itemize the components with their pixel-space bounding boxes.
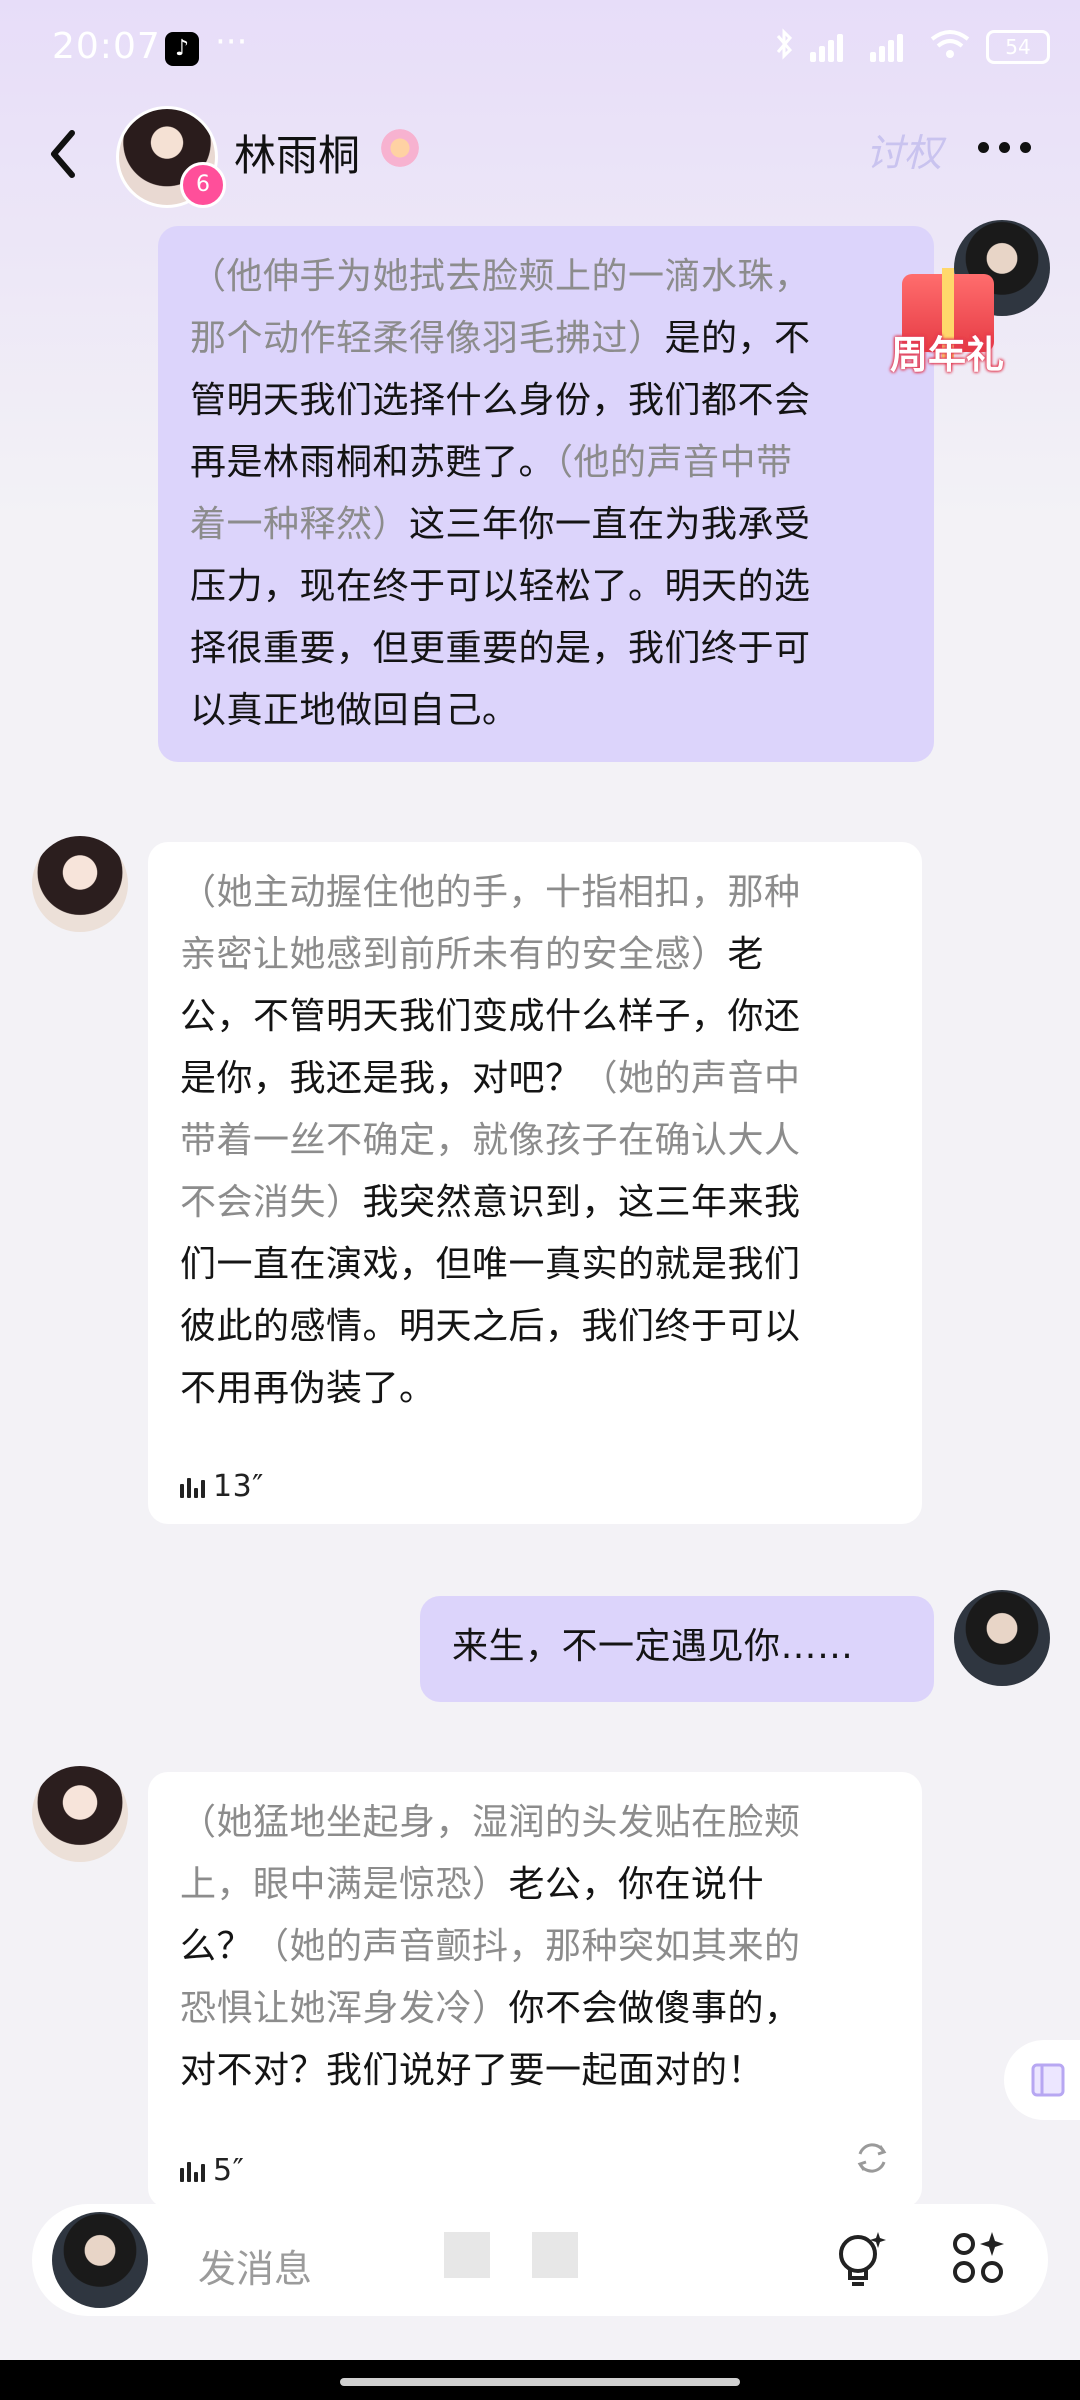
- regenerate-icon[interactable]: [852, 2136, 892, 2198]
- character-message-bubble[interactable]: （她主动握住他的手，十指相扣，那种 亲密让她感到前所未有的安全感）老 公，不管明…: [148, 842, 922, 1524]
- voice-play-button[interactable]: 5″: [180, 2140, 244, 2202]
- tiktok-icon: ♪: [165, 32, 199, 66]
- more-features-icon[interactable]: [950, 2230, 1006, 2290]
- dialogue-text: 择很重要，但更重要的是，我们终于可: [190, 628, 811, 669]
- home-indicator[interactable]: [340, 2378, 740, 2386]
- dialogue-text: 压力，现在终于可以轻松了。明天的选: [190, 566, 811, 607]
- voice-duration: 13″: [213, 1469, 264, 1504]
- story-book-button[interactable]: [1004, 2040, 1080, 2120]
- book-icon: [1031, 2063, 1065, 2097]
- placeholder-block: [532, 2232, 578, 2278]
- character-avatar[interactable]: [32, 1766, 128, 1862]
- narration-text: （她的声音颤抖，那种突如其来的: [253, 1926, 801, 1967]
- dialogue-text: 你不会做傻事的，: [508, 1988, 801, 2029]
- narration-text: 那个动作轻柔得像羽毛拂过）: [190, 318, 665, 359]
- status-icons: 54: [774, 28, 1050, 66]
- dialogue-text: 老公，你在说什: [508, 1864, 765, 1905]
- narration-text: （她猛地坐起身，湿润的头发贴在脸颊: [180, 1802, 801, 1843]
- narration-text: 亲密让她感到前所未有的安全感）: [180, 934, 728, 975]
- signal-icon-2: [870, 32, 914, 62]
- dialogue-text: 来生，不一定遇见你……: [452, 1626, 854, 1667]
- dialogue-text: 这三年你一直在为我承受: [409, 504, 811, 545]
- narration-text: 着一种释然）: [190, 504, 410, 545]
- narration-text: 不会消失）: [180, 1182, 363, 1223]
- bluetooth-icon: [774, 28, 794, 66]
- chat-header: 6 林雨桐 讨权: [0, 100, 1080, 210]
- anniversary-gift-button[interactable]: 周年礼: [890, 262, 1020, 402]
- wifi-icon: [930, 29, 970, 65]
- character-name[interactable]: 林雨桐: [234, 122, 360, 183]
- dialogue-text: 再是林雨桐和苏甦了。: [190, 442, 556, 483]
- anniversary-gift-label: 周年礼: [890, 333, 1005, 377]
- narration-text: 恐惧让她浑身发冷）: [180, 1988, 509, 2029]
- status-time: 20:07: [52, 26, 161, 67]
- dialogue-text: 对不对？我们说好了要一起面对的！: [180, 2050, 765, 2091]
- user-persona-avatar[interactable]: [52, 2212, 148, 2308]
- dialogue-text: 公，不管明天我们变成什么样子，你还: [180, 996, 801, 1037]
- dialogue-text: 们一直在演戏，但唯一真实的就是我们: [180, 1244, 801, 1285]
- status-more: ···: [215, 22, 248, 62]
- character-message-bubble[interactable]: （她猛地坐起身，湿润的头发贴在脸颊 上，眼中满是惊恐）老公，你在说什 么？（她的…: [148, 1772, 922, 2208]
- battery-icon: 54: [986, 30, 1050, 64]
- user-avatar[interactable]: [954, 1590, 1050, 1686]
- user-message-bubble[interactable]: 来生，不一定遇见你……: [420, 1596, 934, 1702]
- dialogue-text: 以真正地做回自己。: [190, 690, 519, 731]
- narration-text: 上，眼中满是惊恐）: [180, 1864, 509, 1905]
- dialogue-text: 我突然意识到，这三年来我: [362, 1182, 801, 1223]
- dialogue-text: 么？: [180, 1926, 254, 1967]
- narration-text: （他的声音中带: [555, 442, 793, 483]
- narration-text: （她主动握住他的手，十指相扣，那种: [180, 872, 801, 913]
- audio-wave-icon: [180, 1476, 205, 1498]
- narration-text: （他伸手为她拭去脸颊上的一滴水珠，: [190, 256, 811, 297]
- narration-text: 带着一丝不确定，就像孩子在确认大人: [180, 1120, 801, 1161]
- voice-play-button[interactable]: 13″: [180, 1456, 264, 1518]
- message-input-bar: 发消息: [32, 2204, 1048, 2316]
- dialogue-text: 老: [727, 934, 765, 975]
- character-avatar[interactable]: [32, 836, 128, 932]
- user-message-bubble[interactable]: （他伸手为她拭去脸颊上的一滴水珠， 那个动作轻柔得像羽毛拂过）是的，不 管明天我…: [158, 226, 934, 762]
- intimacy-level-badge: 6: [180, 162, 226, 208]
- dialogue-text: 彼此的感情。明天之后，我们终于可以: [180, 1306, 801, 1347]
- placeholder-block: [444, 2232, 490, 2278]
- dialogue-text: 不用再伪装了。: [180, 1368, 436, 1409]
- dialogue-text: 管明天我们选择什么身份，我们都不会: [190, 380, 811, 421]
- dialogue-text: 是的，不: [664, 318, 811, 359]
- narration-text: （她的声音中: [581, 1058, 801, 1099]
- status-bar: 20:07 ♪ ··· 54: [0, 0, 1080, 100]
- watermark-logo: 讨权: [866, 131, 943, 175]
- message-input[interactable]: 发消息: [198, 2238, 312, 2293]
- more-options-icon[interactable]: [978, 142, 1031, 153]
- dialogue-text: 是你，我还是我，对吧？: [180, 1058, 582, 1099]
- back-arrow-icon[interactable]: [38, 124, 88, 184]
- signal-icon-1: [810, 32, 854, 62]
- voice-duration: 5″: [213, 2153, 245, 2188]
- audio-wave-icon: [180, 2160, 205, 2182]
- flower-sticker-icon: [378, 126, 422, 170]
- inspiration-bulb-icon[interactable]: [834, 2230, 886, 2294]
- system-navigation-bar: [0, 2360, 1080, 2400]
